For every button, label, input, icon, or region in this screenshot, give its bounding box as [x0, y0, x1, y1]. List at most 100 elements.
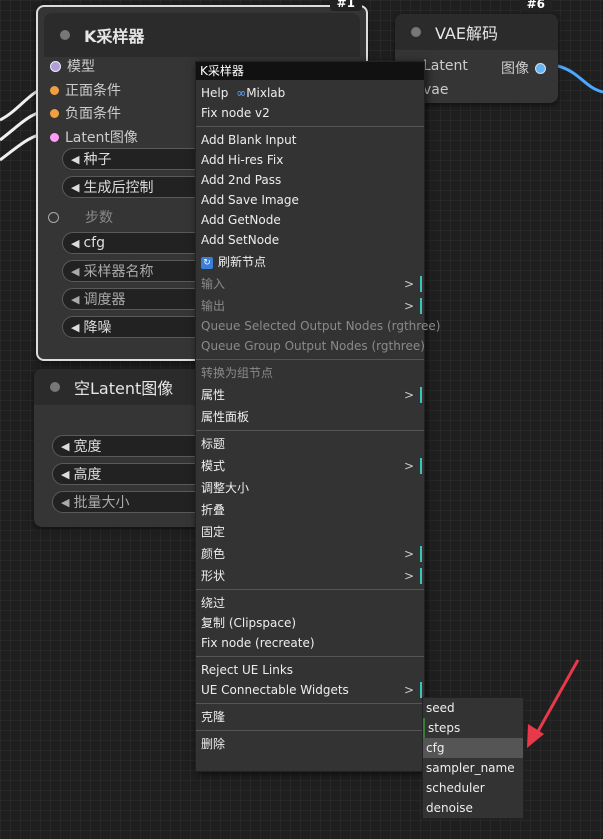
menu-item-clone[interactable]: 克隆 — [196, 707, 424, 727]
menu-item-title[interactable]: 标题 — [196, 434, 424, 454]
latent-slot-icon[interactable] — [50, 132, 59, 142]
menu-item-ue-widgets[interactable]: UE Connectable Widgets > — [196, 680, 424, 700]
menu-divider — [196, 126, 424, 127]
menu-item-queue-selected: Queue Selected Output Nodes (rgthree) — [201, 319, 441, 333]
model-slot-icon[interactable] — [50, 60, 61, 72]
decrement-arrow-icon[interactable]: ◀ — [61, 496, 69, 509]
refresh-label: 刷新节点 — [218, 255, 267, 269]
node-title[interactable]: K采样器 — [44, 13, 360, 57]
submenu-indicator — [420, 298, 422, 314]
collapse-dot[interactable] — [60, 30, 70, 40]
submenu-arrow-icon: > — [403, 569, 414, 583]
widget-label: 采样器名称 — [83, 264, 154, 280]
menu-item-help[interactable]: Help ∞Mixlab — [196, 83, 424, 103]
decrement-arrow-icon[interactable]: ◀ — [61, 468, 69, 481]
input-positive[interactable]: 正面条件 — [50, 80, 121, 100]
slot-label: vae — [423, 82, 449, 98]
red-annotation-arrow — [530, 659, 580, 743]
submenu-indicator — [420, 568, 422, 584]
node-title-text: K采样器 — [84, 27, 145, 46]
menu-item-refresh[interactable]: ↻ 刷新节点 — [196, 252, 424, 272]
collapse-dot[interactable] — [50, 382, 60, 392]
submenu-arrow-icon: > — [403, 683, 414, 697]
slot-label: 正面条件 — [65, 83, 121, 99]
slot-label: 图像 — [501, 61, 529, 77]
menu-item-add-2nd-pass[interactable]: Add 2nd Pass — [196, 170, 424, 190]
menu-item-fix-recreate[interactable]: Fix node (recreate) — [196, 633, 424, 653]
image-slot-icon[interactable] — [535, 62, 546, 74]
menu-item-collapse[interactable]: 折叠 — [196, 500, 424, 520]
wire-image-out — [557, 64, 603, 94]
menu-item-inputs: 输入 > — [196, 274, 424, 294]
submenu-arrow-icon: > — [403, 388, 414, 402]
submenu-item-denoise[interactable]: denoise — [423, 798, 523, 818]
submenu-indicator — [420, 682, 422, 698]
menu-item-colors[interactable]: 颜色 > — [196, 544, 424, 564]
submenu-item-sampler-name[interactable]: sampler_name — [423, 758, 523, 778]
help-label: Help — [201, 86, 229, 100]
conditioning-slot-icon[interactable] — [50, 85, 59, 95]
output-image[interactable]: 图像 — [501, 58, 552, 78]
menu-item-mode[interactable]: 模式 > — [196, 456, 424, 476]
submenu-indicator — [420, 458, 422, 474]
decrement-arrow-icon[interactable]: ◀ — [71, 293, 79, 306]
decrement-arrow-icon[interactable]: ◀ — [71, 237, 79, 250]
node-title[interactable]: VAE解码 — [395, 14, 558, 50]
collapse-dot[interactable] — [411, 27, 421, 37]
submenu-arrow-icon: > — [403, 299, 414, 313]
slot-label: Latent图像 — [65, 130, 138, 146]
widget-label: cfg — [83, 235, 105, 251]
submenu-item-steps[interactable]: steps — [423, 718, 523, 738]
submenu-arrow-icon: > — [403, 547, 414, 561]
submenu-arrow-icon: > — [403, 459, 414, 473]
menu-item-shapes[interactable]: 形状 > — [196, 566, 424, 586]
menu-item-bypass[interactable]: 绕过 — [196, 593, 424, 613]
input-latent[interactable]: Latent图像 — [50, 127, 138, 147]
menu-item-copy-clipspace[interactable]: 复制 (Clipspace) — [196, 613, 424, 633]
decrement-arrow-icon[interactable]: ◀ — [71, 153, 79, 166]
menu-item-outputs: 输出 > — [196, 296, 424, 316]
node-context-menu[interactable]: K采样器 Help ∞Mixlab Fix node v2 Add Blank … — [195, 61, 441, 772]
decrement-arrow-icon[interactable]: ◀ — [71, 265, 79, 278]
menu-item-delete[interactable]: 删除 — [196, 734, 424, 754]
widget-label: 生成后控制 — [83, 180, 154, 196]
menu-divider — [196, 730, 424, 731]
converted-slot-icon[interactable] — [48, 211, 59, 223]
menu-item-reject-ue-links[interactable]: Reject UE Links — [196, 660, 424, 680]
decrement-arrow-icon[interactable]: ◀ — [71, 181, 79, 194]
input-vae[interactable]: vae — [423, 82, 448, 98]
input-negative[interactable]: 负面条件 — [50, 103, 121, 123]
menu-item-fix-v2[interactable]: Fix node v2 — [196, 103, 424, 123]
menu-item-properties-panel[interactable]: 属性面板 — [196, 407, 424, 427]
decrement-arrow-icon[interactable]: ◀ — [61, 440, 69, 453]
slot-label: Latent — [423, 58, 468, 74]
conditioning-slot-icon[interactable] — [50, 108, 59, 118]
menu-item-add-blank-input[interactable]: Add Blank Input — [196, 130, 424, 150]
menu-item-add-hires-fix[interactable]: Add Hi-res Fix — [196, 150, 424, 170]
widget-label: 批量大小 — [73, 495, 130, 511]
input-latent[interactable]: Latent — [423, 58, 468, 74]
menu-item-add-getnode[interactable]: Add GetNode — [196, 210, 424, 230]
node-title-text: VAE解码 — [435, 24, 498, 43]
ue-widgets-submenu[interactable]: seed steps cfg sampler_name scheduler de… — [422, 697, 524, 819]
menu-item-resize[interactable]: 调整大小 — [196, 478, 424, 498]
item-label: 输入 — [201, 277, 226, 291]
input-steps[interactable]: 步数 — [48, 207, 113, 227]
submenu-item-seed[interactable]: seed — [423, 698, 523, 718]
menu-item-properties[interactable]: 属性 > — [196, 385, 424, 405]
node-id-badge: #1 — [329, 0, 362, 11]
help-link[interactable]: Mixlab — [246, 86, 285, 100]
menu-divider — [196, 359, 424, 360]
infinity-icon: ∞ — [236, 86, 247, 100]
item-label: 颜色 — [201, 547, 226, 561]
widget-label: 降噪 — [83, 320, 112, 336]
submenu-item-scheduler[interactable]: scheduler — [423, 778, 523, 798]
menu-item-queue-group: Queue Group Output Nodes (rgthree) — [201, 339, 425, 353]
submenu-item-cfg[interactable]: cfg — [423, 738, 523, 758]
menu-item-convert-group: 转换为组节点 — [201, 366, 274, 380]
menu-item-pin[interactable]: 固定 — [196, 522, 424, 542]
input-model[interactable]: 模型 — [50, 56, 95, 76]
decrement-arrow-icon[interactable]: ◀ — [71, 321, 79, 334]
menu-item-add-setnode[interactable]: Add SetNode — [196, 230, 424, 250]
menu-item-add-save-image[interactable]: Add Save Image — [196, 190, 424, 210]
